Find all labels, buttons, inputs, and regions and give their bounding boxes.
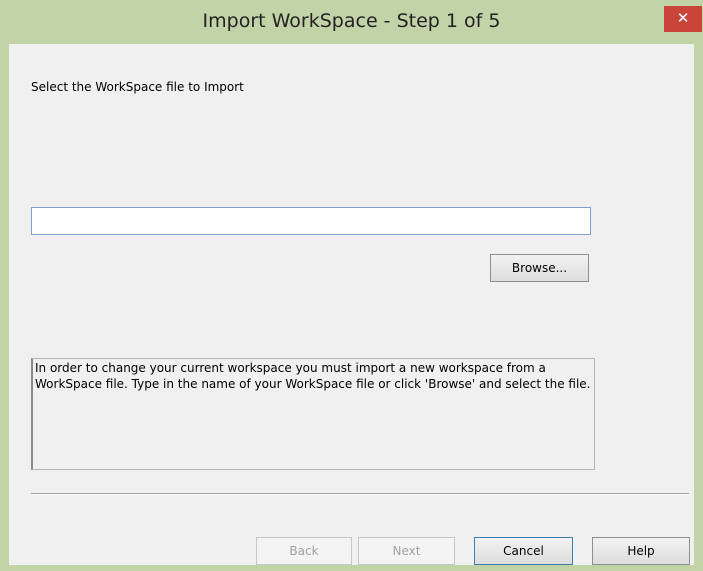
close-icon: ✕ (676, 9, 690, 27)
back-button[interactable]: Back (256, 537, 352, 565)
dialog-title: Import WorkSpace - Step 1 of 5 (202, 10, 501, 32)
footer-divider (31, 493, 689, 495)
workspace-file-input[interactable] (31, 207, 591, 235)
instructions-text: In order to change your current workspac… (35, 361, 591, 391)
select-file-label: Select the WorkSpace file to Import (31, 80, 244, 94)
title-bar[interactable]: Import WorkSpace - Step 1 of 5 ✕ (0, 0, 703, 44)
instructions-box: In order to change your current workspac… (31, 358, 595, 470)
browse-button[interactable]: Browse... (490, 254, 589, 282)
help-button[interactable]: Help (592, 537, 690, 565)
close-button[interactable]: ✕ (664, 6, 702, 32)
next-button[interactable]: Next (358, 537, 455, 565)
cancel-button[interactable]: Cancel (474, 537, 573, 565)
